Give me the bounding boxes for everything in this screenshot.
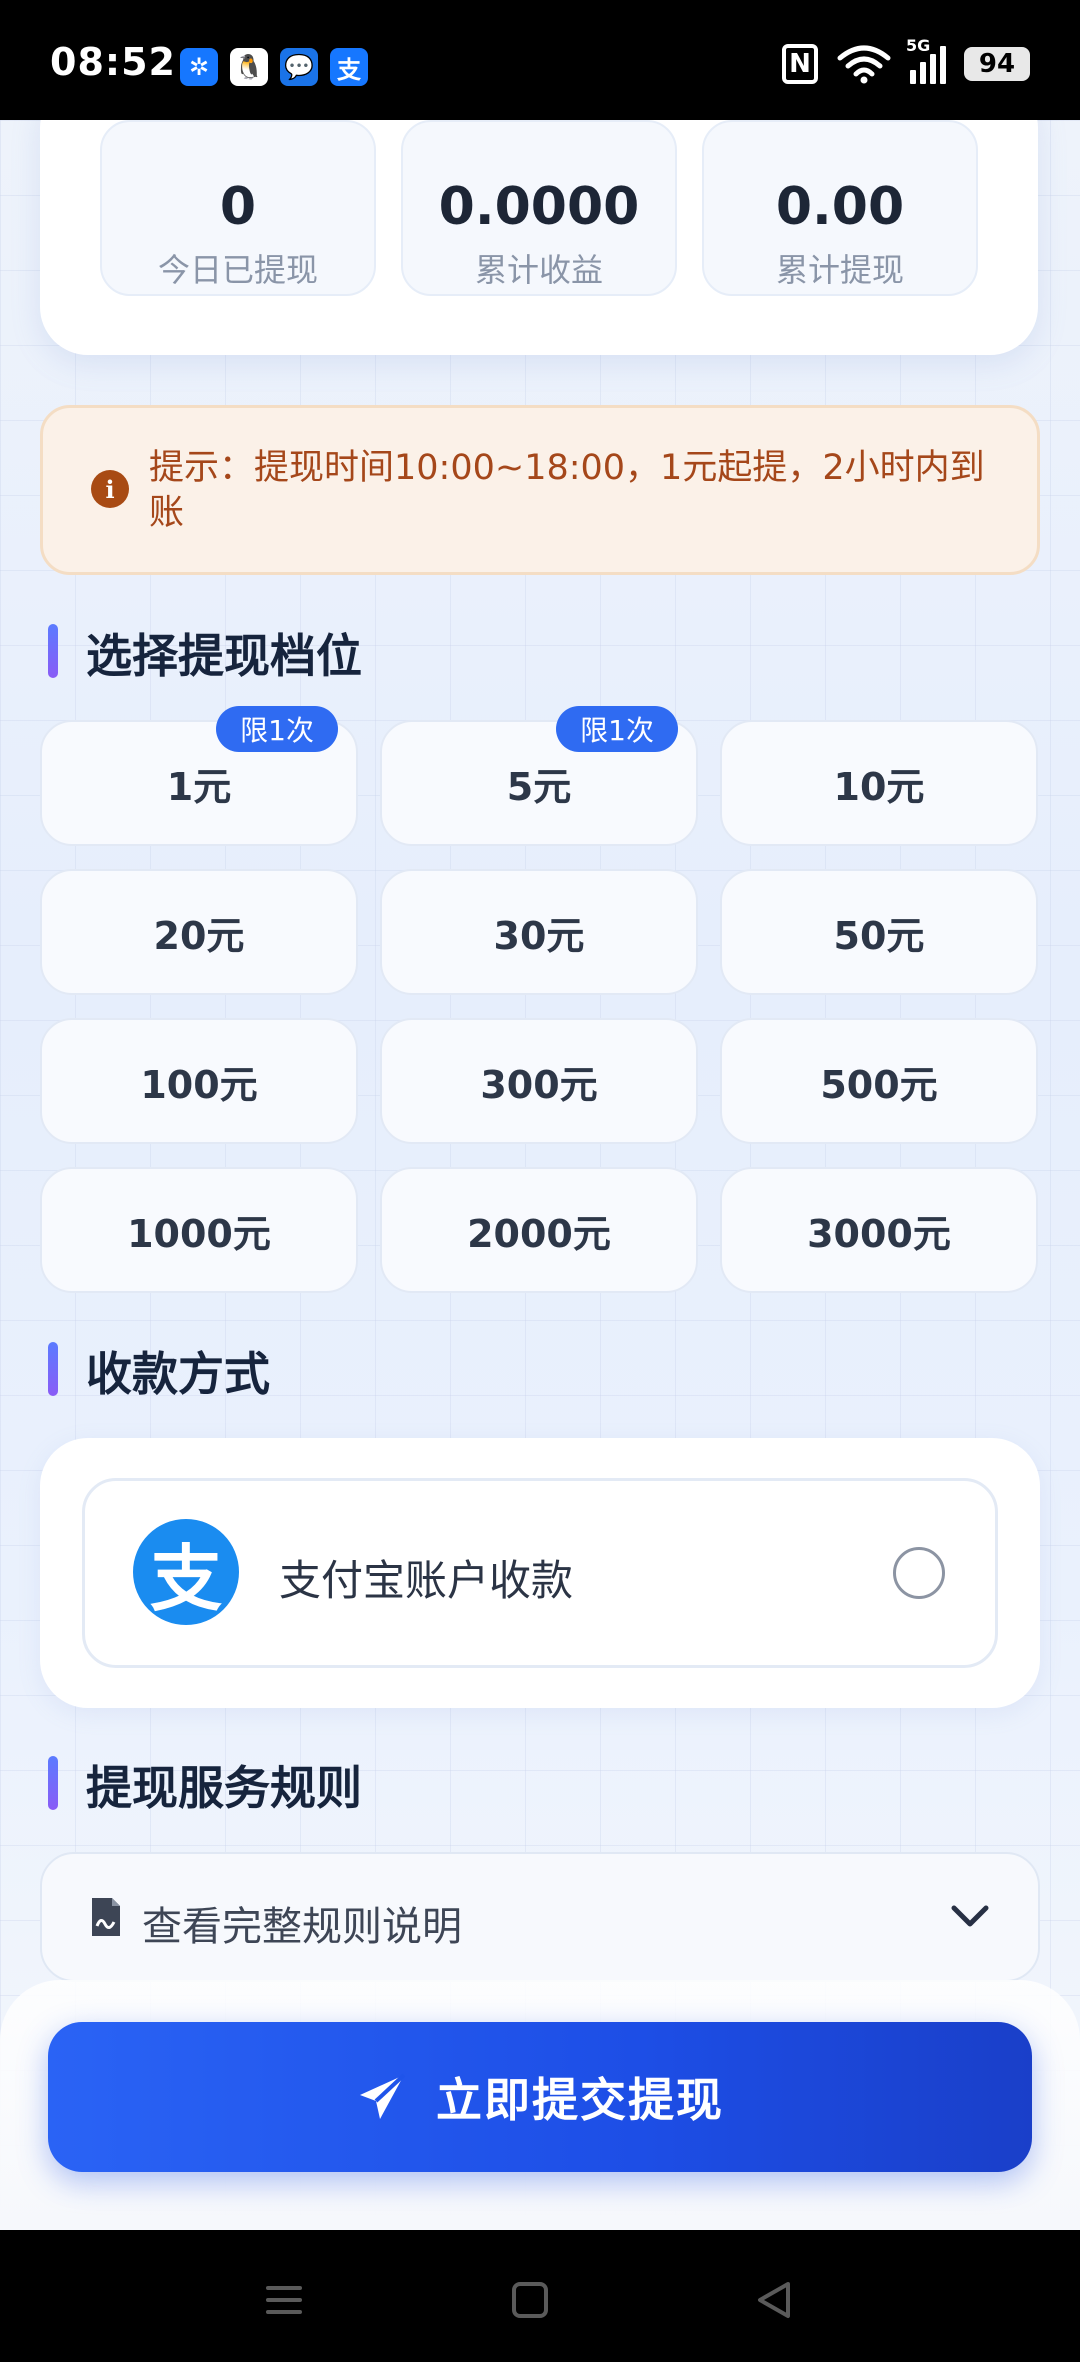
- stat-label: 累计收益: [474, 251, 603, 289]
- tier-option[interactable]: 50元: [720, 869, 1038, 995]
- system-nav-bar: [0, 2230, 1080, 2362]
- info-icon: i: [91, 470, 129, 508]
- tier-label: 300元: [480, 1062, 598, 1107]
- status-time: 08:52: [50, 40, 176, 84]
- tier-option[interactable]: 20元: [40, 869, 358, 995]
- alipay-notification-icon: 支: [330, 48, 368, 86]
- system-icons: N 5G 94: [782, 36, 1030, 84]
- tier-label: 1元: [166, 764, 232, 809]
- stat-value: 0.0000: [438, 177, 640, 237]
- payment-section-title: 收款方式: [48, 1338, 270, 1404]
- network-type-label: 5G: [906, 36, 931, 55]
- tier-option[interactable]: 1元 限1次: [40, 706, 358, 846]
- send-icon: [360, 2073, 406, 2119]
- wifi-icon: [837, 45, 891, 84]
- alipay-logo-icon: 支: [133, 1519, 239, 1625]
- limit-badge: 限1次: [556, 706, 678, 752]
- message-icon: 💬: [280, 48, 318, 86]
- tier-option[interactable]: 2000元: [380, 1167, 698, 1293]
- tier-label: 3000元: [807, 1211, 951, 1256]
- stat-total-withdrawn: 0.00 累计提现: [702, 120, 978, 296]
- stat-value: 0: [219, 177, 257, 237]
- withdraw-tip-banner: i 提示：提现时间10:00~18:00，1元起提，2小时内到账: [40, 405, 1040, 575]
- rules-toggle-label: 查看完整规则说明: [142, 1904, 462, 1950]
- windmill-app-icon: ✲: [180, 48, 218, 86]
- alipay-option[interactable]: 支 支付宝账户收款: [82, 1478, 998, 1668]
- tier-label: 500元: [820, 1062, 938, 1107]
- status-bar: 08:52 ✲ 🐧 💬 支 N 5G 94: [0, 0, 1080, 120]
- notification-icons: ✲ 🐧 💬 支: [180, 48, 368, 86]
- tier-option[interactable]: 10元: [720, 720, 1038, 846]
- payment-card: 支 支付宝账户收款: [40, 1438, 1040, 1708]
- rules-expander[interactable]: 查看完整规则说明: [40, 1852, 1040, 1982]
- cell-signal-icon: 5G: [906, 36, 946, 84]
- submit-withdraw-button[interactable]: 立即提交提现: [48, 2022, 1032, 2172]
- tier-label: 10元: [833, 764, 925, 809]
- tier-label: 50元: [833, 913, 925, 958]
- back-nav-icon[interactable]: [744, 2270, 804, 2330]
- document-icon: [92, 1898, 120, 1936]
- alipay-radio[interactable]: [893, 1547, 945, 1599]
- tier-label: 20元: [153, 913, 245, 958]
- withdraw-page: 0 今日已提现 0.0000 累计收益 0.00 累计提现 i 提示：提现时间1…: [0, 120, 1080, 2230]
- tier-option[interactable]: 30元: [380, 869, 698, 995]
- tier-option[interactable]: 3000元: [720, 1167, 1038, 1293]
- tier-option[interactable]: 5元 限1次: [380, 706, 698, 846]
- battery-icon: 94: [964, 47, 1030, 81]
- tier-option[interactable]: 1000元: [40, 1167, 358, 1293]
- home-nav-icon[interactable]: [500, 2270, 560, 2330]
- menu-nav-icon[interactable]: [254, 2270, 314, 2330]
- alipay-option-label: 支付宝账户收款: [279, 1556, 574, 1605]
- tier-option[interactable]: 100元: [40, 1018, 358, 1144]
- tiers-section-title: 选择提现档位: [48, 620, 362, 686]
- limit-badge: 限1次: [216, 706, 338, 752]
- tier-label: 5元: [506, 764, 572, 809]
- submit-button-label: 立即提交提现: [436, 2073, 724, 2127]
- qq-icon: 🐧: [230, 48, 268, 86]
- tier-label: 30元: [493, 913, 585, 958]
- stat-today-withdrawn: 0 今日已提现: [100, 120, 376, 296]
- stat-label: 今日已提现: [157, 251, 318, 289]
- tier-label: 100元: [140, 1062, 258, 1107]
- nfc-icon: N: [782, 44, 818, 84]
- rules-section-title: 提现服务规则: [48, 1752, 362, 1818]
- tier-option[interactable]: 300元: [380, 1018, 698, 1144]
- chevron-down-icon[interactable]: [950, 1902, 990, 1932]
- stat-value: 0.00: [775, 177, 905, 237]
- stat-total-earnings: 0.0000 累计收益: [401, 120, 677, 296]
- stats-card: 0 今日已提现 0.0000 累计收益 0.00 累计提现: [40, 120, 1038, 355]
- tier-label: 2000元: [467, 1211, 611, 1256]
- stat-label: 累计提现: [775, 251, 904, 289]
- tier-label: 1000元: [127, 1211, 271, 1256]
- tier-option[interactable]: 500元: [720, 1018, 1038, 1144]
- tip-text: 提示：提现时间10:00~18:00，1元起提，2小时内到账: [149, 448, 985, 533]
